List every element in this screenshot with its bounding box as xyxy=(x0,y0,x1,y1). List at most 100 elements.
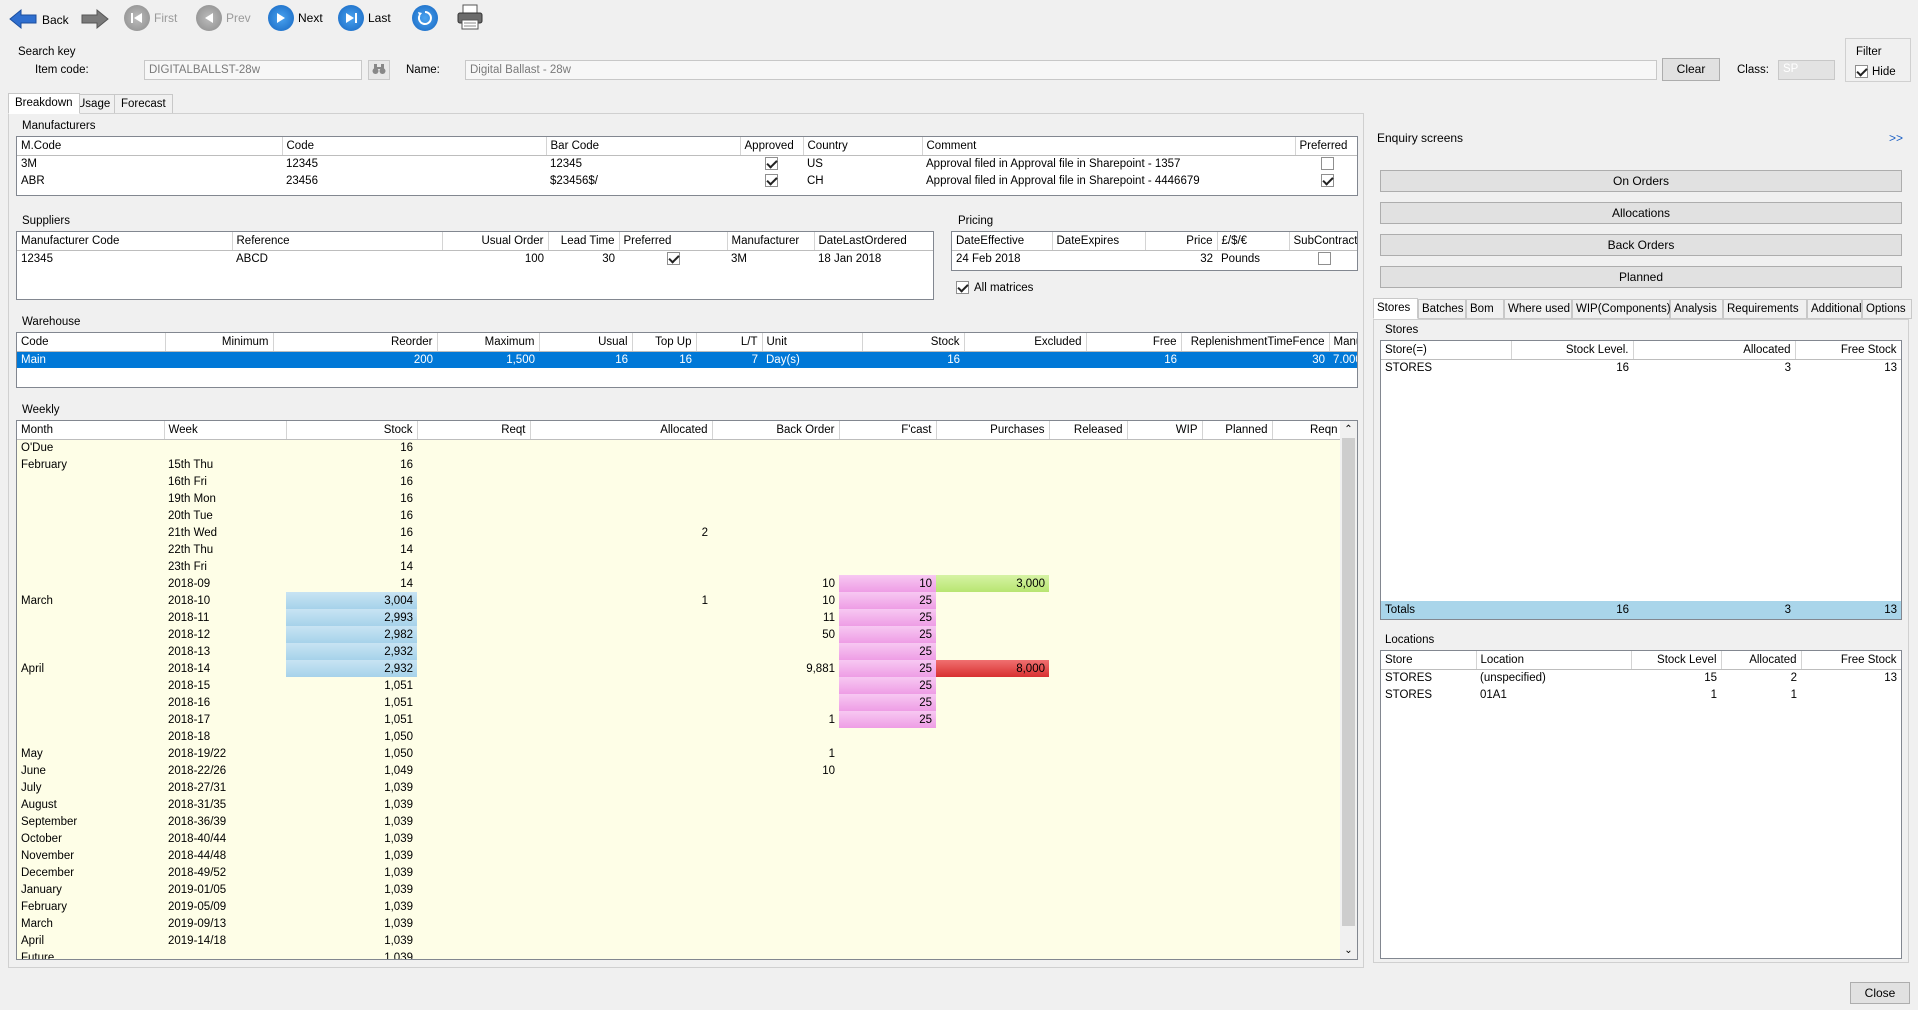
next-button[interactable]: Next xyxy=(268,4,323,32)
col-weekly-9[interactable]: WIP xyxy=(1127,421,1203,440)
close-button[interactable]: Close xyxy=(1850,982,1910,1004)
weekly-row[interactable]: 2018-11 2,993 11 25 xyxy=(17,609,1342,626)
col-warehouse-9[interactable]: Excluded xyxy=(964,333,1087,352)
weekly-row[interactable]: November 2018-44/48 1,039 xyxy=(17,847,1342,864)
col-manufacturers-0[interactable]: M.Code xyxy=(17,137,283,156)
col-pricing-1[interactable]: DateExpires xyxy=(1052,232,1146,251)
refresh-button[interactable] xyxy=(412,4,438,32)
weekly-row[interactable]: April 2019-14/18 1,039 xyxy=(17,932,1342,949)
col-weekly-4[interactable]: Allocated xyxy=(530,421,713,440)
col-suppliers-1[interactable]: Reference xyxy=(232,232,443,251)
col-locations-1[interactable]: Location xyxy=(1476,651,1632,670)
col-stores-2[interactable]: Allocated xyxy=(1633,341,1796,360)
weekly-row[interactable]: February 2019-05/09 1,039 xyxy=(17,898,1342,915)
clear-button[interactable]: Clear xyxy=(1662,58,1720,81)
col-manufacturers-6[interactable]: Preferred xyxy=(1295,137,1357,156)
col-pricing-0[interactable]: DateEffective xyxy=(952,232,1053,251)
checkbox-icon[interactable] xyxy=(1320,174,1334,187)
col-manufacturers-5[interactable]: Comment xyxy=(922,137,1296,156)
checkbox-icon[interactable] xyxy=(765,174,778,187)
col-weekly-0[interactable]: Month xyxy=(17,421,165,440)
col-weekly-11[interactable]: Reqn xyxy=(1272,421,1343,440)
print-button[interactable] xyxy=(456,4,484,32)
tab-analysis[interactable]: Analysis xyxy=(1670,299,1723,319)
manufacturer-row[interactable]: 3M 12345 12345 US Approval filed in Approval… xyxy=(17,155,1357,172)
col-pricing-3[interactable]: £/$/€ xyxy=(1217,232,1290,251)
last-button[interactable]: Last xyxy=(338,4,391,32)
col-warehouse-5[interactable]: Top Up xyxy=(632,333,697,352)
col-locations-4[interactable]: Free Stock xyxy=(1801,651,1901,670)
checkbox-icon[interactable] xyxy=(1317,252,1331,266)
scroll-down-icon[interactable]: ⌄ xyxy=(1340,942,1357,959)
checkbox-icon[interactable] xyxy=(765,157,778,171)
manufacturer-row[interactable]: ABR 23456 $23456$/ CH Approval filed in Appr… xyxy=(17,172,1357,189)
weekly-row[interactable]: 2018-13 2,932 25 xyxy=(17,643,1342,660)
weekly-row[interactable]: 20th Tue 16 xyxy=(17,507,1342,524)
prev-button[interactable]: Prev xyxy=(196,4,251,32)
col-weekly-7[interactable]: Purchases xyxy=(936,421,1050,440)
col-manufacturers-4[interactable]: Country xyxy=(803,137,923,156)
weekly-row[interactable]: June 2018-22/26 1,049 10 xyxy=(17,762,1342,779)
weekly-row[interactable]: March 2019-09/13 1,039 xyxy=(17,915,1342,932)
first-button[interactable]: First xyxy=(124,4,177,32)
supplier-row[interactable]: 12345 ABCD 100 30 3M 18 Jan 2018 xyxy=(17,250,933,267)
enquiry-button-allocations[interactable]: Allocations xyxy=(1380,202,1902,224)
col-locations-2[interactable]: Stock Level xyxy=(1631,651,1722,670)
checkbox-icon[interactable] xyxy=(1320,157,1334,171)
weekly-row[interactable]: 23th Fri 14 xyxy=(17,558,1342,575)
name-input[interactable] xyxy=(465,60,1657,80)
weekly-row[interactable]: 2018-16 1,051 25 xyxy=(17,694,1342,711)
weekly-row[interactable]: December 2018-49/52 1,039 xyxy=(17,864,1342,881)
weekly-scrollbar[interactable]: ⌃ ⌄ xyxy=(1340,421,1357,959)
scroll-thumb[interactable] xyxy=(1342,438,1355,926)
col-suppliers-5[interactable]: Manufacturer xyxy=(727,232,815,251)
tab-stores[interactable]: Stores xyxy=(1373,298,1418,319)
weekly-row[interactable]: March 2018-10 3,004 1 10 25 xyxy=(17,592,1342,609)
weekly-row[interactable]: 22th Thu 14 xyxy=(17,541,1342,558)
weekly-row[interactable]: July 2018-27/31 1,039 xyxy=(17,779,1342,796)
col-warehouse-10[interactable]: Free xyxy=(1086,333,1182,352)
warehouse-row[interactable]: Main2001,50016167Day(s)1616307.0000 xyxy=(17,351,1357,368)
col-warehouse-4[interactable]: Usual xyxy=(539,333,633,352)
col-locations-0[interactable]: Store xyxy=(1381,651,1477,670)
weekly-row[interactable]: August 2018-31/35 1,039 xyxy=(17,796,1342,813)
binoculars-button[interactable] xyxy=(368,60,390,80)
weekly-row[interactable]: May 2018-19/22 1,050 1 xyxy=(17,745,1342,762)
tab-requirements[interactable]: Requirements xyxy=(1723,299,1807,319)
tab-bom[interactable]: Bom xyxy=(1466,299,1504,319)
col-pricing-4[interactable]: SubContract xyxy=(1289,232,1357,251)
col-warehouse-2[interactable]: Reorder xyxy=(273,333,438,352)
weekly-row[interactable]: 2018-18 1,050 xyxy=(17,728,1342,745)
tab-additional[interactable]: Additional xyxy=(1807,299,1862,319)
col-warehouse-6[interactable]: L/T xyxy=(696,333,763,352)
enquiry-button-planned[interactable]: Planned xyxy=(1380,266,1902,288)
weekly-row[interactable]: April 2018-14 2,932 9,881 25 8,000 xyxy=(17,660,1342,677)
col-locations-3[interactable]: Allocated xyxy=(1721,651,1802,670)
col-weekly-3[interactable]: Reqt xyxy=(417,421,531,440)
col-warehouse-11[interactable]: ReplenishmentTimeFence xyxy=(1181,333,1330,352)
all-matrices-checkbox[interactable]: All matrices xyxy=(956,281,1033,294)
col-manufacturers-3[interactable]: Approved xyxy=(740,137,804,156)
enquiry-button-back-orders[interactable]: Back Orders xyxy=(1380,234,1902,256)
enquiry-expand-link[interactable]: >> xyxy=(1889,131,1903,145)
col-weekly-5[interactable]: Back Order xyxy=(712,421,840,440)
weekly-row[interactable]: 16th Fri 16 xyxy=(17,473,1342,490)
col-stores-0[interactable]: Store(=) xyxy=(1381,341,1512,360)
pricing-row[interactable]: 24 Feb 2018 32 Pounds xyxy=(952,250,1357,267)
enquiry-button-on-orders[interactable]: On Orders xyxy=(1380,170,1902,192)
forward-button[interactable] xyxy=(80,6,110,34)
scroll-up-icon[interactable]: ⌃ xyxy=(1340,421,1357,438)
weekly-row[interactable]: 2018-17 1,051 1 25 xyxy=(17,711,1342,728)
col-suppliers-0[interactable]: Manufacturer Code xyxy=(17,232,233,251)
col-pricing-2[interactable]: Price xyxy=(1145,232,1218,251)
back-button[interactable]: Back xyxy=(8,6,69,34)
weekly-row[interactable]: 2018-09 14 10 10 3,000 xyxy=(17,575,1342,592)
item-code-input[interactable] xyxy=(144,60,362,80)
col-weekly-8[interactable]: Released xyxy=(1049,421,1128,440)
col-warehouse-12[interactable]: Manufacturing xyxy=(1329,333,1357,352)
col-weekly-2[interactable]: Stock xyxy=(286,421,418,440)
weekly-row[interactable]: January 2019-01/05 1,039 xyxy=(17,881,1342,898)
location-row[interactable]: STORES (unspecified) 15 2 13 xyxy=(1381,669,1901,686)
weekly-row[interactable]: 2018-15 1,051 25 xyxy=(17,677,1342,694)
col-manufacturers-1[interactable]: Code xyxy=(282,137,547,156)
